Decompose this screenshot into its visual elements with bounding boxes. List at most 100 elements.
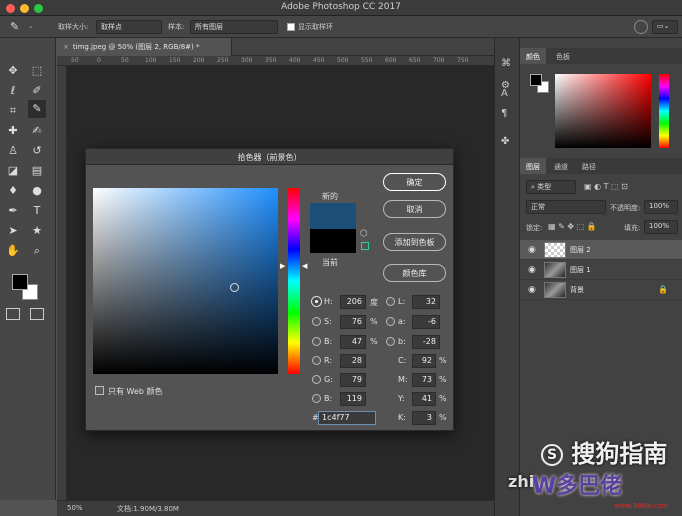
sample-size-label: 取样大小:: [58, 23, 89, 31]
quick-mask-icon[interactable]: [6, 308, 20, 320]
paragraph-icon[interactable]: ¶: [501, 108, 507, 119]
lab-a-input[interactable]: -6: [412, 315, 440, 329]
close-tab-icon[interactable]: ×: [63, 43, 69, 51]
lasso-tool-icon[interactable]: ℓ: [4, 82, 22, 100]
lock-icons[interactable]: ▦ ✎ ✥ ⬚ 🔒: [548, 222, 597, 231]
color-spectrum-field[interactable]: [555, 74, 651, 148]
eraser-tool-icon[interactable]: ◪: [4, 162, 22, 180]
layer-row-background[interactable]: ◉ 背景 🔒: [520, 280, 682, 300]
hue-input[interactable]: 206: [340, 295, 366, 309]
marquee-tool-icon[interactable]: ⬚: [28, 62, 46, 80]
tab-layers[interactable]: 图层: [520, 158, 546, 174]
current-color-swatch[interactable]: [310, 229, 356, 253]
radio-lightness[interactable]: [386, 297, 395, 306]
color-libraries-button[interactable]: 颜色库: [383, 264, 446, 282]
out-of-gamut-cube-icon[interactable]: ⬡: [360, 229, 368, 239]
web-only-checkbox[interactable]: [95, 386, 104, 395]
radio-brightness[interactable]: [312, 337, 321, 346]
add-to-swatches-button[interactable]: 添加到色板: [383, 233, 446, 251]
path-select-icon[interactable]: ➤: [4, 222, 22, 240]
healing-brush-icon[interactable]: ✚: [4, 122, 22, 140]
hex-input[interactable]: 1c4f77: [318, 411, 376, 425]
saturation-input[interactable]: 76: [340, 315, 366, 329]
screen-mode-icon[interactable]: [30, 308, 44, 320]
show-ring-checkbox[interactable]: [287, 23, 295, 31]
yellow-input[interactable]: 41: [412, 392, 436, 406]
visibility-eye-icon[interactable]: ◉: [528, 245, 536, 255]
layer-filter-select[interactable]: ⌕ 类型: [526, 180, 576, 194]
lock-icon: 🔒: [658, 285, 668, 294]
lab-l-input[interactable]: 32: [412, 295, 440, 309]
search-icon[interactable]: [634, 20, 648, 34]
hue-slider-left-arrow[interactable]: ▶: [280, 262, 285, 270]
chevron-down-icon[interactable]: ⌄: [28, 22, 34, 30]
ok-button[interactable]: 确定: [383, 173, 446, 191]
clone-stamp-icon[interactable]: ♙: [4, 142, 22, 160]
hue-strip[interactable]: [288, 188, 300, 374]
color-picker-cursor[interactable]: [230, 283, 239, 292]
lab-b-input[interactable]: -28: [412, 335, 440, 349]
saturation-brightness-field[interactable]: [93, 188, 278, 374]
blend-mode-select[interactable]: 正常: [526, 200, 606, 214]
document-info[interactable]: 文档:1.90M/3.80M: [117, 504, 179, 514]
brush-tool-icon[interactable]: ✍: [28, 122, 46, 140]
blur-tool-icon[interactable]: ♦: [4, 182, 22, 200]
layer-row-1[interactable]: ◉ 图层 1: [520, 260, 682, 280]
zoom-level[interactable]: 50%: [67, 504, 83, 512]
tab-channels[interactable]: 通道: [548, 158, 574, 174]
black-input[interactable]: 3: [412, 411, 436, 425]
radio-blue[interactable]: [312, 394, 321, 403]
radio-lab-a[interactable]: [386, 317, 395, 326]
history-brush-icon[interactable]: ↺: [28, 142, 46, 160]
site-watermark: zhi: [508, 472, 535, 491]
web-safe-swatch-icon[interactable]: [361, 242, 369, 250]
cyan-input[interactable]: 92: [412, 354, 436, 368]
layer-name: 背景: [570, 286, 584, 294]
brightness-input[interactable]: 47: [340, 335, 366, 349]
move-tool-icon[interactable]: ✥: [4, 62, 22, 80]
quick-select-tool-icon[interactable]: ✐: [28, 82, 46, 100]
history-icon[interactable]: ⌘: [501, 58, 511, 69]
workspace-switcher[interactable]: ▭⌄: [652, 20, 678, 34]
color-panel-foreground-swatch[interactable]: [530, 74, 542, 86]
opacity-input[interactable]: 100%: [644, 200, 678, 214]
gradient-tool-icon[interactable]: ▤: [28, 162, 46, 180]
magenta-input[interactable]: 73: [412, 373, 436, 387]
pen-tool-icon[interactable]: ✒: [4, 202, 22, 220]
radio-lab-b[interactable]: [386, 337, 395, 346]
radio-hue[interactable]: [312, 297, 321, 306]
ruler-tick: 450: [313, 57, 325, 64]
new-color-label: 新的: [322, 192, 338, 201]
crop-tool-icon[interactable]: ⌗: [4, 102, 22, 120]
blue-input[interactable]: 119: [340, 392, 366, 406]
shape-tool-icon[interactable]: ★: [28, 222, 46, 240]
visibility-eye-icon[interactable]: ◉: [528, 285, 536, 295]
green-input[interactable]: 79: [340, 373, 366, 387]
character-icon[interactable]: A: [501, 88, 508, 99]
tab-paths[interactable]: 路径: [576, 158, 602, 174]
hue-slider[interactable]: [659, 74, 669, 148]
tab-swatches[interactable]: 色板: [550, 48, 576, 64]
hand-tool-icon[interactable]: ✋: [4, 242, 22, 260]
foreground-color-swatch[interactable]: [12, 274, 28, 290]
document-tab[interactable]: × timg.jpeg @ 50% (图层 2, RGB/8#) *: [57, 38, 232, 56]
dodge-tool-icon[interactable]: ●: [28, 182, 46, 200]
layer-row-2[interactable]: ◉ 图层 2: [520, 240, 682, 260]
fill-input[interactable]: 100%: [644, 220, 678, 234]
radio-green[interactable]: [312, 375, 321, 384]
sample-size-select[interactable]: 取样点: [96, 20, 162, 34]
brush-presets-icon[interactable]: ✤: [501, 136, 509, 147]
eyedropper-icon[interactable]: ✎: [10, 20, 19, 33]
type-tool-icon[interactable]: T: [28, 202, 46, 220]
hue-slider-right-arrow[interactable]: ◀: [302, 262, 307, 270]
zoom-tool-icon[interactable]: ⌕: [28, 242, 46, 260]
red-input[interactable]: 28: [340, 354, 366, 368]
cancel-button[interactable]: 取消: [383, 200, 446, 218]
filter-icons[interactable]: ▣ ◐ T ⬚ ⊡: [584, 182, 628, 191]
eyedropper-tool-icon[interactable]: ✎: [28, 100, 46, 118]
tab-color[interactable]: 颜色: [520, 48, 546, 64]
sample-select[interactable]: 所有图层: [190, 20, 278, 34]
radio-saturation[interactable]: [312, 317, 321, 326]
radio-red[interactable]: [312, 356, 321, 365]
visibility-eye-icon[interactable]: ◉: [528, 265, 536, 275]
